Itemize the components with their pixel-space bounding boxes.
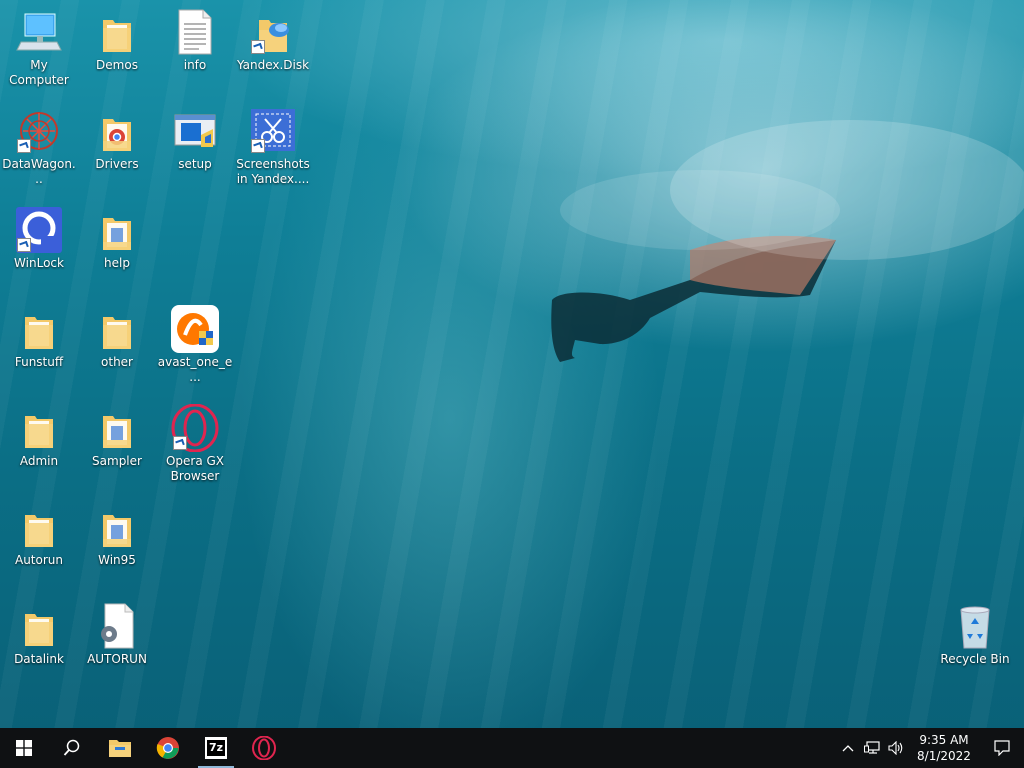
desktop-icon-label: Admin xyxy=(19,454,59,468)
desktop-icon-autorun-file[interactable]: AUTORUN xyxy=(79,602,155,667)
desktop-icon-label: Opera GX Browser xyxy=(165,454,225,483)
chevron-up-icon xyxy=(842,745,854,752)
shortcut-arrow-icon xyxy=(17,139,31,153)
start-icon xyxy=(16,740,32,756)
taskbar-chrome[interactable] xyxy=(144,728,192,768)
desktop-icon-recycle-bin[interactable]: Recycle Bin xyxy=(937,602,1013,667)
shortcut-arrow-icon xyxy=(173,436,187,450)
shortcut-arrow-icon xyxy=(251,139,265,153)
desktop-icon-winlock[interactable]: WinLock xyxy=(1,206,77,271)
scissors-icon xyxy=(249,107,297,155)
desktop-icon-datawagon[interactable]: DataWagon... xyxy=(1,107,77,187)
network-button[interactable] xyxy=(860,728,884,768)
7zip-icon-text: 7z xyxy=(206,740,226,756)
desktop-icon-label: Recycle Bin xyxy=(940,652,1010,666)
folder-chrome-icon xyxy=(93,107,141,155)
desktop-icon-opera-gx[interactable]: Opera GX Browser xyxy=(157,403,233,484)
desktop-icon-setup[interactable]: setup xyxy=(157,107,233,172)
desktop-icon-label: other xyxy=(101,355,133,369)
desktop-icon-win95[interactable]: Win95 xyxy=(79,503,155,568)
network-icon xyxy=(864,741,880,754)
taskbar-7zip[interactable]: 7z xyxy=(192,728,240,768)
recycle-bin-icon xyxy=(951,602,999,650)
clock-time: 9:35 AM xyxy=(919,733,969,747)
desktop-icon-yandex-disk[interactable]: Yandex.Disk xyxy=(235,8,311,73)
settings-file-icon xyxy=(93,602,141,650)
desktop-icon-label: Yandex.Disk xyxy=(236,58,310,72)
desktop-icon-screenshots-yandex[interactable]: Screenshots in Yandex.... xyxy=(235,107,311,187)
taskbar: 7z 9:35 AM 8/1/2022 xyxy=(0,728,1024,768)
folder-icon xyxy=(93,503,141,551)
volume-button[interactable] xyxy=(884,728,908,768)
yandex-disk-folder-icon xyxy=(249,8,297,56)
desktop-icon-label: Screenshots in Yandex.... xyxy=(236,157,310,186)
folder-icon xyxy=(15,503,63,551)
folder-icon xyxy=(15,404,63,452)
desktop-icon-autorun-folder[interactable]: Autorun xyxy=(1,503,77,568)
desktop-icon-label: Drivers xyxy=(95,157,139,171)
show-hidden-icons-button[interactable] xyxy=(836,728,860,768)
desktop-icon-my-computer[interactable]: My Computer xyxy=(1,8,77,88)
shortcut-arrow-icon xyxy=(251,40,265,54)
opera-gx-icon xyxy=(252,736,276,760)
taskbar-opera-gx[interactable] xyxy=(240,728,288,768)
desktop-icon-label: AUTORUN xyxy=(87,652,147,666)
shortcut-arrow-icon xyxy=(17,238,31,252)
desktop-icon-label: avast_one_e... xyxy=(157,355,233,384)
file-explorer-icon xyxy=(109,740,131,757)
desktop-icon-label: WinLock xyxy=(14,256,64,270)
datawagon-icon xyxy=(15,107,63,155)
winlock-icon xyxy=(15,206,63,254)
desktop-icon-label: Datalink xyxy=(14,652,64,666)
notification-icon xyxy=(994,740,1010,756)
desktop-icon-label: Autorun xyxy=(14,553,63,567)
folder-icon xyxy=(93,305,141,353)
desktop-icon-label: DataWagon... xyxy=(2,157,76,186)
7zip-icon: 7z xyxy=(205,737,227,759)
folder-icon xyxy=(93,8,141,56)
search-icon xyxy=(63,739,80,756)
folder-icon xyxy=(93,404,141,452)
desktop-icon-label: Sampler xyxy=(92,454,142,468)
search-button[interactable] xyxy=(48,728,96,768)
desktop-icon-info[interactable]: info xyxy=(157,8,233,73)
desktop-icon-other[interactable]: other xyxy=(79,305,155,370)
avast-icon xyxy=(171,305,219,353)
speaker-icon xyxy=(888,741,903,755)
desktop-icon-label: help xyxy=(104,256,130,270)
desktop-icon-drivers[interactable]: Drivers xyxy=(79,107,155,172)
setup-icon xyxy=(171,107,219,155)
opera-gx-icon xyxy=(171,403,219,453)
folder-icon xyxy=(15,305,63,353)
desktop-icon-label: setup xyxy=(178,157,212,171)
desktop-icon-label: Funstuff xyxy=(14,355,64,369)
desktop-icon-datalink[interactable]: Datalink xyxy=(1,602,77,667)
start-button[interactable] xyxy=(0,728,48,768)
text-file-icon xyxy=(171,8,219,56)
system-tray: 9:35 AM 8/1/2022 xyxy=(836,728,1024,768)
notifications-button[interactable] xyxy=(980,728,1024,768)
folder-icon xyxy=(93,206,141,254)
desktop-icon-label: Demos xyxy=(96,58,138,72)
desktop-icon-sampler[interactable]: Sampler xyxy=(79,404,155,469)
desktop-icon-admin[interactable]: Admin xyxy=(1,404,77,469)
desktop-icon-help[interactable]: help xyxy=(79,206,155,271)
clock[interactable]: 9:35 AM 8/1/2022 xyxy=(908,732,980,764)
desktop-icon-avast[interactable]: avast_one_e... xyxy=(157,305,233,385)
desktop-icon-demos[interactable]: Demos xyxy=(79,8,155,73)
taskbar-file-explorer[interactable] xyxy=(96,728,144,768)
chrome-icon xyxy=(156,737,179,759)
desktop-icon-label: My Computer xyxy=(9,58,69,87)
clock-date: 8/1/2022 xyxy=(917,749,971,763)
desktop-icon-label: info xyxy=(183,58,207,72)
desktop-icon-funstuff[interactable]: Funstuff xyxy=(1,305,77,370)
folder-icon xyxy=(15,602,63,650)
computer-icon xyxy=(15,8,63,56)
desktop-icon-label: Win95 xyxy=(98,553,136,567)
